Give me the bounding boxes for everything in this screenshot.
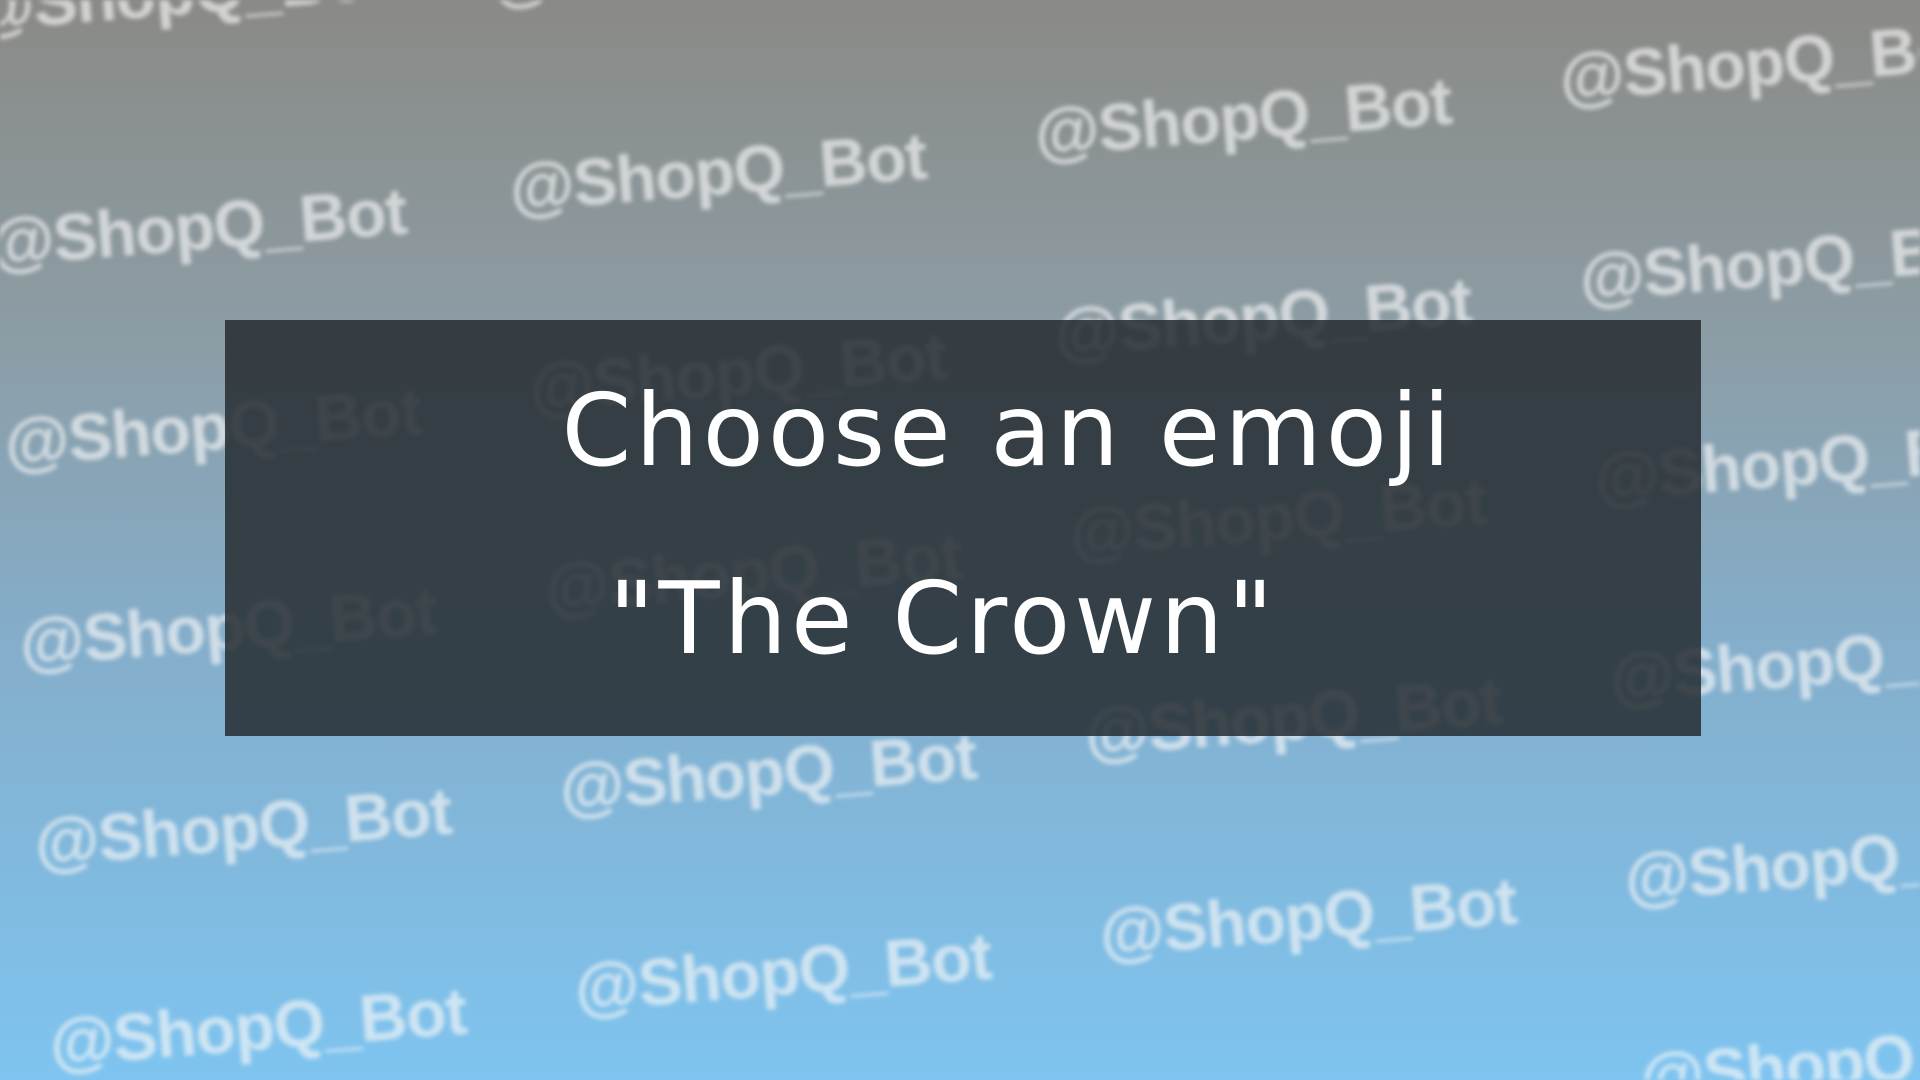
- title-card: Choose an emoji "The Crown": [225, 320, 1701, 736]
- watermark-text: @ShopQ_Bot: [47, 973, 469, 1080]
- watermark-text: @ShopQ_Bot: [1097, 863, 1519, 970]
- watermark-text: @ShopQ_Bot: [487, 0, 909, 16]
- slide-background: @ShopQ_Bot @ShopQ_Bot @ShopQ_Bot @ShopQ_…: [0, 0, 1920, 1080]
- watermark-text: @ShopQ_Bot: [1637, 1008, 1920, 1080]
- watermark-text: @ShopQ_Bot: [1577, 208, 1920, 315]
- watermark-text: @ShopQ_Bot: [572, 918, 994, 1025]
- card-heading: Choose an emoji: [561, 372, 1455, 489]
- watermark-text: @ShopQ_Bot: [32, 773, 454, 880]
- watermark-text: @ShopQ_Bot: [1557, 8, 1920, 115]
- watermark-text: @ShopQ_Bot: [1622, 808, 1920, 915]
- card-subject: "The Crown": [608, 560, 1278, 677]
- watermark-text: @ShopQ_Bot: [0, 173, 409, 280]
- watermark-text: @ShopQ_Bot: [507, 118, 929, 225]
- watermark-text: @ShopQ_Bot: [0, 0, 389, 46]
- watermark-text: @ShopQ_Bot: [1032, 63, 1454, 170]
